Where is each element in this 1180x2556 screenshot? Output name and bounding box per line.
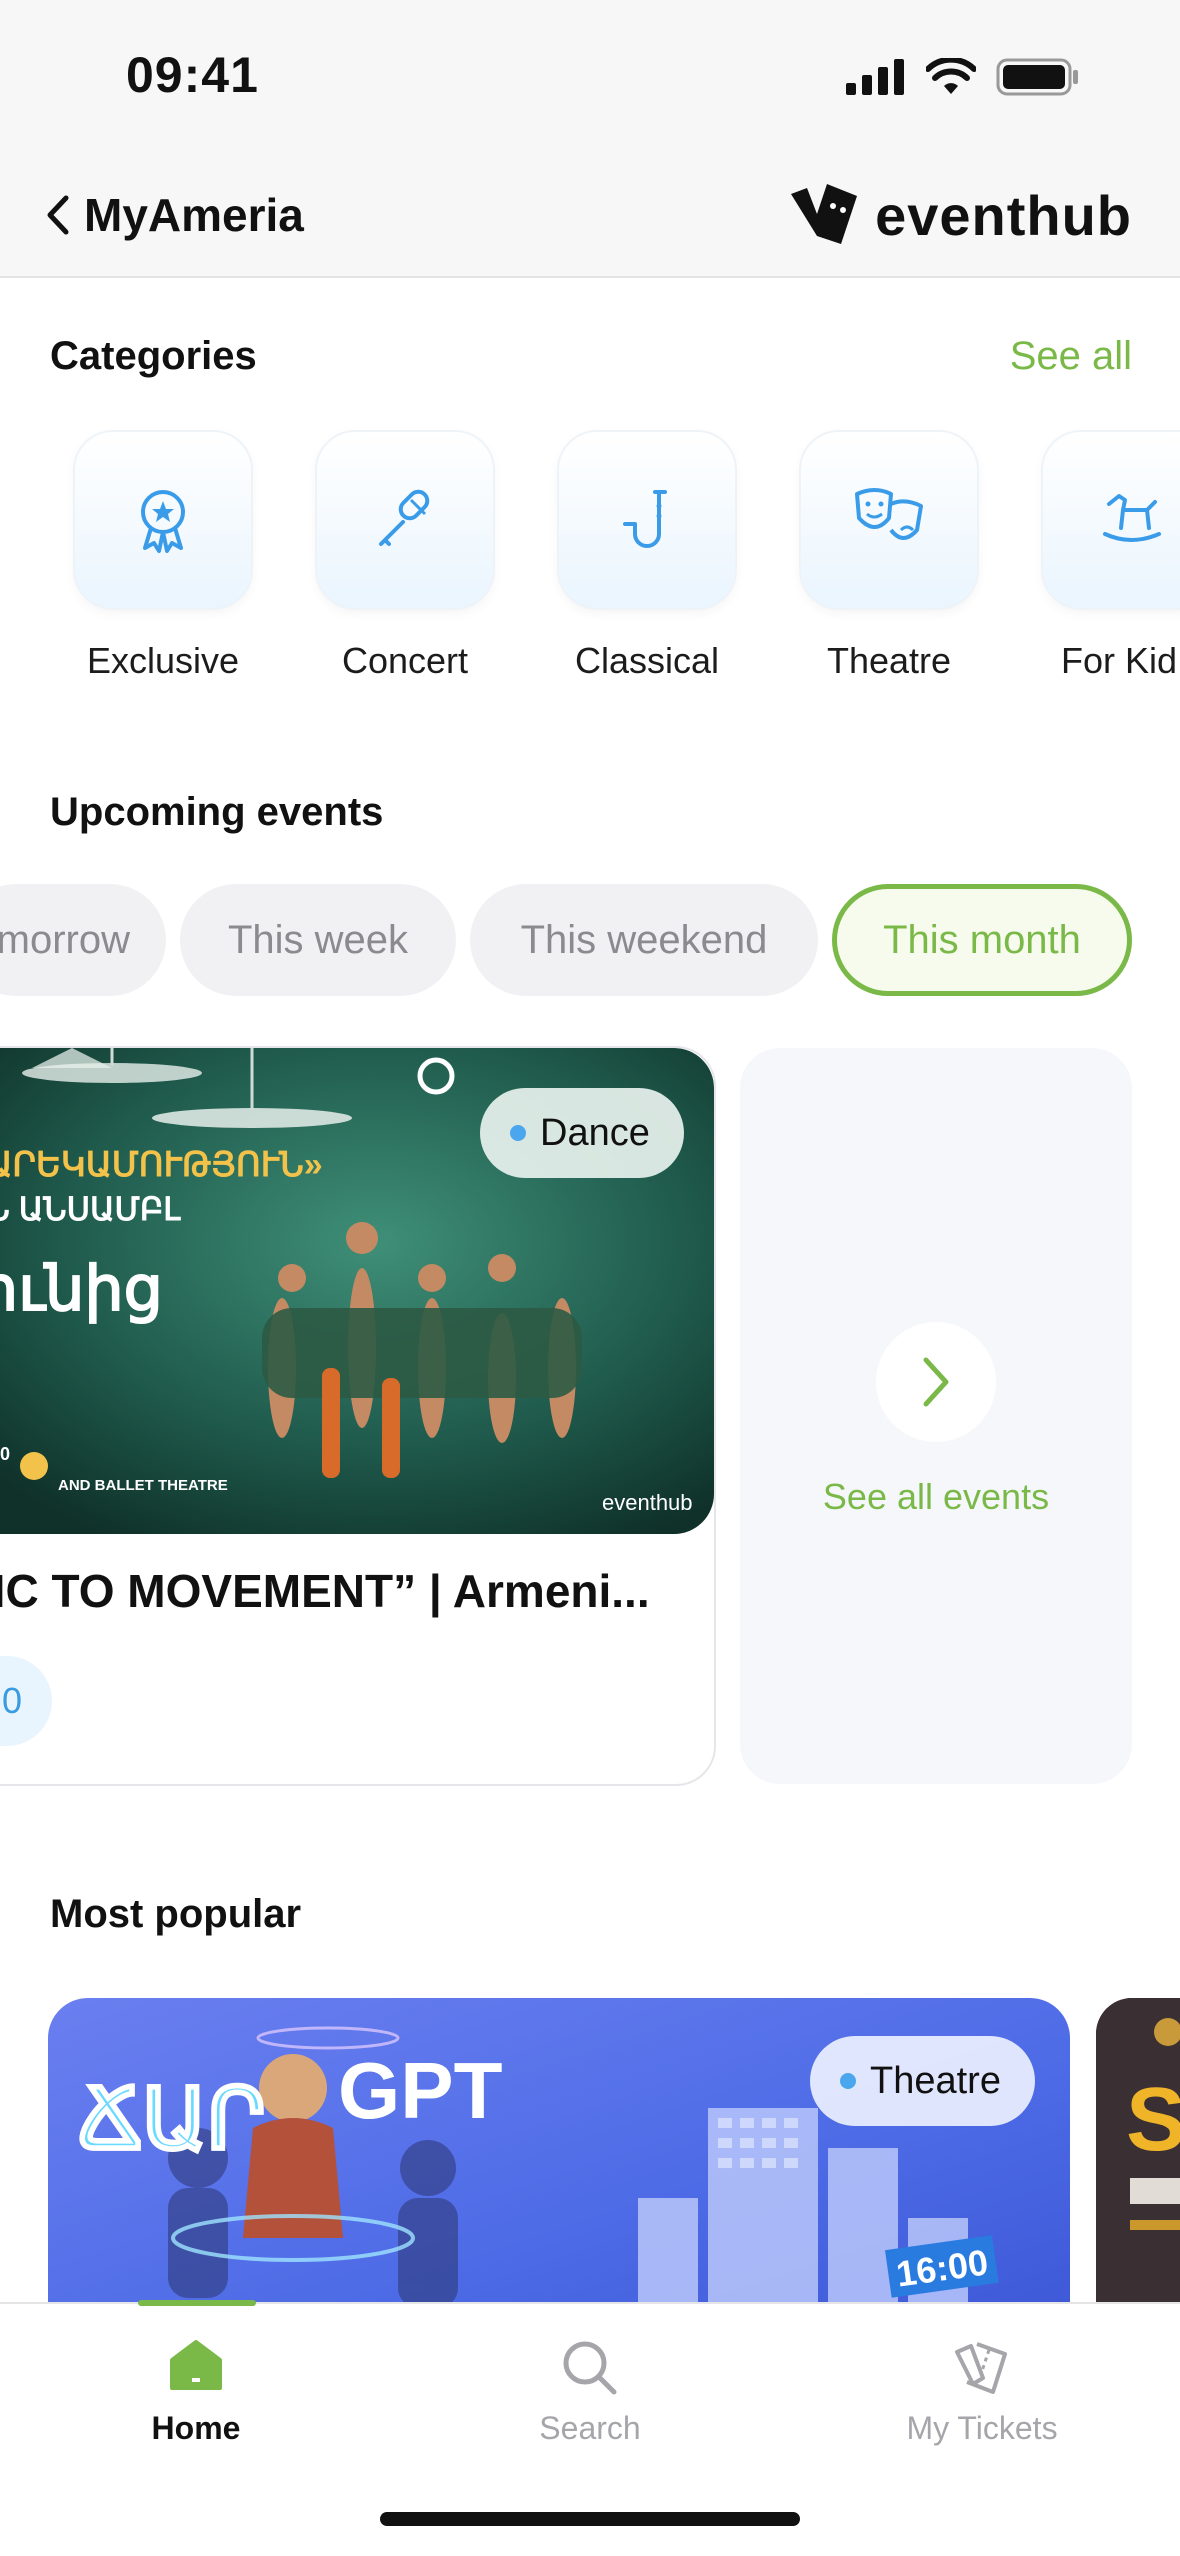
see-all-events-arrow[interactable]: [876, 1322, 996, 1442]
event-title: SIC TO MOVEMENT” | Armeni...: [0, 1565, 650, 1617]
category-for-kids[interactable]: For Kid: [1041, 430, 1180, 682]
filter-chip-this-month[interactable]: This month: [832, 884, 1132, 996]
poster-letter: S: [1126, 2070, 1180, 2170]
badge-label: Dance: [540, 1111, 650, 1154]
category-label: Exclusive: [86, 640, 240, 681]
category-label: Classical: [574, 640, 720, 681]
back-button[interactable]: MyAmeria: [44, 188, 304, 242]
category-exclusive[interactable]: Exclusive: [73, 430, 253, 682]
tab-active-indicator: [138, 2300, 256, 2306]
award-icon: [141, 490, 185, 553]
tab-label: Home: [151, 2410, 241, 2446]
poster-title-right: GPT: [338, 2046, 503, 2135]
see-all-events-label[interactable]: See all events: [740, 1476, 1132, 1518]
wifi-icon: [926, 58, 976, 94]
category-label: For Kid: [1061, 640, 1178, 681]
popular-poster-image-2: S: [1096, 1998, 1180, 2338]
category-label: Theatre: [826, 640, 952, 681]
poster-text-line: ԱՆ ԱՆՍԱՄԲԼ: [0, 1191, 181, 1227]
category-tile[interactable]: [1041, 430, 1180, 610]
category-label: Concert: [341, 640, 469, 681]
badge-dot: [510, 1125, 526, 1141]
popular-event-card-2[interactable]: S: [1096, 1998, 1180, 2338]
home-indicator: [380, 2512, 800, 2526]
poster-time: 19:00: [0, 1444, 10, 1464]
filter-chip-this-weekend[interactable]: This weekend: [470, 884, 818, 996]
popular-event-card[interactable]: ՃԱՐ GPT 16:00 Theatre: [48, 1998, 1070, 2338]
badge-dot: [840, 2073, 856, 2089]
categories-see-all-link[interactable]: See all: [1010, 334, 1132, 379]
rocking-horse-icon: [1103, 494, 1161, 542]
categories-title: Categories: [50, 334, 257, 378]
event-price-pill: 0: [0, 1656, 52, 1746]
nav-bar: MyAmeria eventhub: [0, 160, 1180, 278]
poster-watermark: eventhub: [602, 1490, 693, 1515]
poster-venue: AND BALLET THEATRE: [58, 1477, 228, 1494]
status-time: 09:41: [126, 47, 259, 103]
chevron-right-icon: [923, 1357, 949, 1407]
saxophone-icon: [623, 490, 667, 548]
tab-my-tickets[interactable]: My Tickets: [832, 2304, 1132, 2447]
poster-text-line: ՀԱՐԵԿԱՄՈՒԹՅՈՒՆ»: [0, 1146, 323, 1184]
poster-text-line: յունից: [0, 1255, 163, 1324]
status-icons: [846, 58, 1080, 96]
poster-title-left: ՃԱՐ: [78, 2072, 265, 2166]
filter-chip-this-week[interactable]: This week: [180, 884, 456, 996]
tab-home[interactable]: Home: [46, 2300, 346, 2447]
category-classical[interactable]: Classical: [557, 430, 737, 682]
upcoming-events-title: Upcoming events: [50, 790, 384, 834]
category-tile[interactable]: [315, 430, 495, 610]
category-theatre[interactable]: Theatre: [799, 430, 979, 682]
tab-label: My Tickets: [906, 2410, 1058, 2446]
status-bar: 09:41: [0, 0, 1180, 160]
theatre-masks-icon: [855, 488, 923, 540]
eventhub-logo-icon: [791, 184, 858, 244]
tab-search[interactable]: Search: [440, 2304, 740, 2447]
badge-label: Theatre: [870, 2059, 1001, 2102]
category-badge-dance: Dance: [480, 1088, 684, 1178]
signal-icon: [846, 59, 904, 95]
back-label: MyAmeria: [84, 189, 304, 241]
category-tile[interactable]: [73, 430, 253, 610]
category-badge-theatre: Theatre: [810, 2036, 1035, 2126]
brand-logo: eventhub: [787, 180, 1132, 250]
home-icon: [170, 2340, 222, 2390]
event-card[interactable]: ՀԱՐԵԿԱՄՈՒԹՅՈՒՆ» ԱՆ ԱՆՍԱՄԲԼ յունից 19:00 …: [0, 1046, 716, 1786]
see-all-events-card[interactable]: See all events: [740, 1048, 1132, 1784]
chevron-left-icon: [47, 195, 69, 235]
tickets-icon: [955, 2342, 1007, 2394]
category-concert[interactable]: Concert: [315, 430, 495, 682]
filter-chip-tomorrow[interactable]: morrow: [0, 884, 166, 996]
most-popular-title: Most popular: [50, 1892, 302, 1936]
category-tile[interactable]: [557, 430, 737, 610]
battery-icon: [996, 58, 1078, 96]
tab-label: Search: [539, 2410, 641, 2446]
brand-name: eventhub: [875, 183, 1132, 247]
category-tile[interactable]: [799, 430, 979, 610]
microphone-icon: [379, 489, 430, 546]
search-icon: [563, 2341, 617, 2395]
